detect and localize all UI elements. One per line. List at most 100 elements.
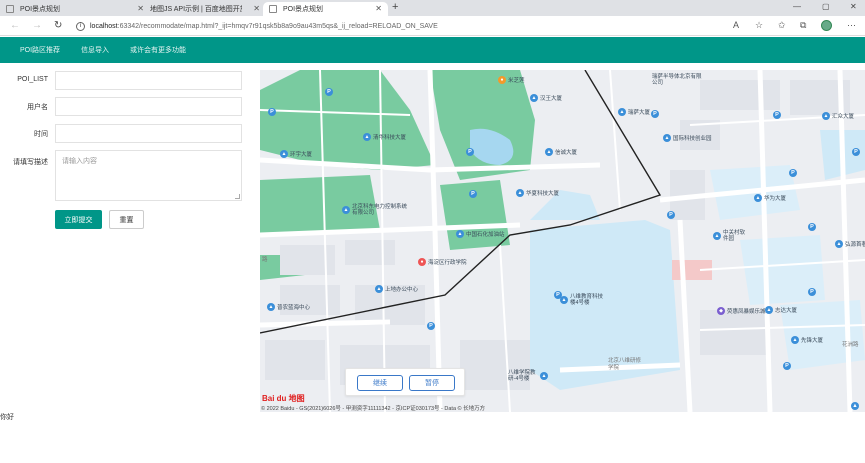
favorite-star-icon[interactable]: ☆	[755, 20, 763, 31]
read-aloud-icon[interactable]: A	[733, 20, 739, 30]
resize-grip-icon[interactable]	[235, 194, 240, 199]
map-view[interactable]: ● 米芝莲 ▲ 汉王大厦 ▲ 瑞萨大厦 瑞萨半导体北京有限公司 ▲ 国际科技创业园 ▲ 汇…	[260, 70, 865, 412]
poi-sinopec[interactable]: ▲ 中国石化加油站	[456, 230, 505, 238]
new-tab-button[interactable]: +	[392, 1, 398, 13]
road-label-2: 北京八维研修学院	[608, 358, 642, 371]
back-arrow-icon[interactable]: ←	[10, 20, 20, 31]
parking-icon[interactable]: P	[469, 190, 477, 198]
username-input[interactable]	[55, 97, 242, 116]
parking-icon[interactable]: P	[651, 110, 659, 118]
browser-tab-3-active[interactable]: POI景点规划 ✕	[263, 2, 388, 16]
url-field[interactable]: i localhost:63342/recommodate/map.html?_…	[76, 19, 716, 33]
poi-hongyuan[interactable]: ▲ 弘源首著	[835, 240, 865, 248]
building-icon: ▲	[663, 134, 671, 142]
building-icon: ▲	[375, 285, 383, 293]
nav-item-info-import[interactable]: 信息导入	[81, 45, 109, 55]
page-icon	[269, 5, 277, 13]
poi-haidian-admin[interactable]: ● 海淀区行政学院	[418, 258, 467, 266]
continue-button[interactable]: 继续	[357, 375, 403, 391]
nav-item-more-features[interactable]: 或许会有更多功能	[130, 45, 186, 55]
poi-intl-tech-park[interactable]: ▲ 国际科技创业园	[663, 134, 712, 142]
poi-shangdi-office[interactable]: ▲ 上地办公中心	[375, 285, 418, 293]
poi-huawei[interactable]: ▲ 华为大厦	[754, 194, 786, 202]
parking-icon[interactable]: P	[789, 169, 797, 177]
time-label: 时间	[34, 131, 48, 138]
maximize-button[interactable]: ▢	[822, 2, 830, 11]
building-icon: ▲	[280, 150, 288, 158]
collections-icon[interactable]: ⧉	[800, 20, 806, 31]
poi-huizhong[interactable]: ▲ 汇众大厦	[822, 112, 854, 120]
road-label-3: 花洲路	[842, 342, 859, 348]
poi-huaxia[interactable]: ▲ 华夏科技大厦	[516, 189, 559, 197]
form-panel: POI_LIST 用户名 时间 请填写描述 请输入内容 立即提交 重置	[0, 63, 258, 413]
map-copyright: © 2022 Baidu - GS(2021)6026号 - 甲测资字11111…	[261, 406, 486, 412]
poi-mizhilian[interactable]: ● 米芝莲	[498, 76, 525, 84]
poi-zgc-software[interactable]: ▲ 中关村软件园	[713, 230, 747, 242]
description-label: 请填写描述	[13, 159, 48, 166]
favorites-list-icon[interactable]: ✩	[778, 20, 786, 31]
reload-icon[interactable]: ↻	[54, 20, 62, 31]
close-tab-icon[interactable]: ✕	[253, 4, 260, 13]
time-input[interactable]	[55, 124, 242, 143]
parking-icon[interactable]: P	[466, 148, 474, 156]
submit-button[interactable]: 立即提交	[55, 210, 102, 229]
building-icon: ▲	[713, 232, 721, 240]
building-icon: ▲	[342, 206, 350, 214]
building-icon: ▲	[545, 148, 553, 156]
browser-tab-2[interactable]: ● 地图JS API示例 | 百度地图开放平 ✕	[144, 2, 412, 80]
site-info-icon[interactable]: i	[76, 21, 85, 31]
building-icon: ▲	[765, 306, 773, 314]
parking-icon[interactable]: P	[808, 288, 816, 296]
reset-button[interactable]: 重置	[109, 210, 144, 229]
poi-bawei-teach[interactable]: 八维学院教研-4号楼 ▲	[508, 370, 550, 382]
building-icon: ▲	[822, 112, 830, 120]
road-label-1: 路	[262, 257, 268, 263]
description-textarea[interactable]: 请输入内容	[55, 150, 242, 201]
poi-tsinghua-tech[interactable]: ▲ 清华科技大厦	[363, 133, 406, 141]
parking-icon[interactable]: P	[667, 211, 675, 219]
parking-icon[interactable]: P	[773, 111, 781, 119]
building-icon: ▲	[267, 303, 275, 311]
address-bar-row: ← → ↻ i localhost:63342/recommodate/map.…	[0, 16, 865, 36]
poi-kedong[interactable]: ▲ 北京科东电力控制系统有限公司	[342, 204, 412, 216]
parking-icon[interactable]: P	[852, 148, 860, 156]
poi-bawei-4[interactable]: ▲ 八维教育科技楼4号楼	[560, 294, 606, 306]
building-icon: ▲	[754, 194, 762, 202]
page-icon	[6, 5, 14, 13]
close-window-button[interactable]: ✕	[850, 2, 857, 11]
building-icon: ▲	[791, 336, 799, 344]
url-host: localhost	[90, 22, 118, 30]
poi-entertainment[interactable]: ◆ 荧惠凤暴娱乐城	[717, 307, 766, 315]
parking-icon[interactable]: P	[808, 223, 816, 231]
poi-ruisa-semi[interactable]: 瑞萨半导体北京有限公司	[652, 74, 702, 86]
more-menu-icon[interactable]: ⋯	[847, 20, 856, 31]
parking-icon[interactable]: P	[554, 291, 562, 299]
poi-ruisa[interactable]: ▲ 瑞萨大厦	[618, 108, 650, 116]
browser-tab-strip: POI景点规划 ✕ ● 地图JS API示例 | 百度地图开放平 ✕ POI景点…	[0, 0, 865, 80]
map-control-panel: 继续 暂停	[345, 368, 465, 396]
parking-icon[interactable]: P	[427, 322, 435, 330]
baidu-map-logo[interactable]: Bai du 地图	[262, 393, 305, 404]
close-tab-icon[interactable]: ✕	[137, 4, 144, 13]
minimize-button[interactable]: —	[793, 2, 801, 11]
building-icon: ▲	[516, 189, 524, 197]
close-tab-icon[interactable]: ✕	[375, 4, 382, 13]
restaurant-icon: ●	[498, 76, 506, 84]
building-icon[interactable]: ▲	[851, 402, 859, 410]
username-label: 用户名	[27, 104, 48, 111]
nav-item-poi-recommend[interactable]: POI路区推荐	[20, 45, 60, 55]
parking-icon[interactable]: P	[268, 108, 276, 116]
profile-avatar[interactable]	[821, 20, 832, 31]
poi-hanwang[interactable]: ▲ 汉王大厦	[530, 94, 562, 102]
poi-xincheng[interactable]: ▲ 信诚大厦	[545, 148, 577, 156]
poi-huanyu[interactable]: ▲ 环宇大厦	[280, 150, 312, 158]
pause-button[interactable]: 暂停	[409, 375, 455, 391]
browser-tab-1[interactable]: POI景点规划 ✕	[0, 2, 150, 16]
forward-arrow-icon[interactable]: →	[32, 20, 42, 31]
poi-punong[interactable]: ▲ 普农蓝海中心	[267, 303, 310, 311]
poi-list-input[interactable]	[55, 71, 242, 90]
parking-icon[interactable]: P	[325, 88, 333, 96]
poi-xianfeng[interactable]: ▲ 先锋大厦	[791, 336, 823, 344]
poi-zhida[interactable]: ▲ 志达大厦	[765, 306, 797, 314]
parking-icon[interactable]: P	[783, 362, 791, 370]
